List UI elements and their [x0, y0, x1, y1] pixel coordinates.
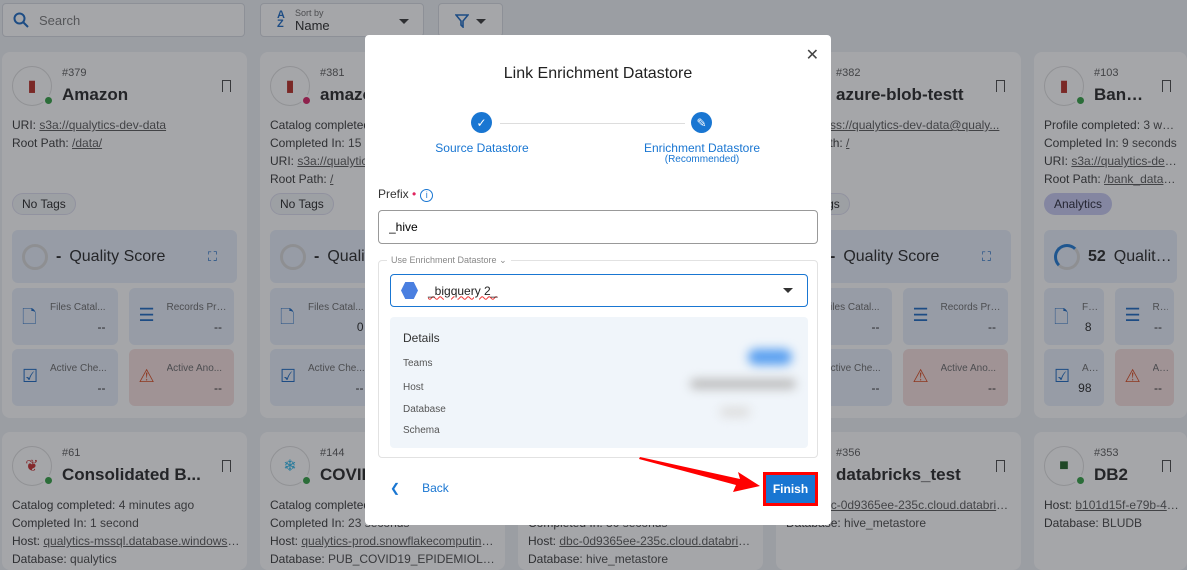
use-enrichment-label: Use Enrichment Datastore — [391, 255, 497, 265]
blurred-team-badge — [748, 349, 792, 365]
close-icon[interactable]: ✕ — [806, 45, 819, 65]
stepper-connector — [500, 123, 685, 124]
step-enrichment-datastore: Enrichment Datastore (Recommended) — [631, 141, 773, 165]
finish-button[interactable]: Finish — [763, 472, 818, 506]
dropdown-arrow-icon[interactable] — [783, 288, 793, 293]
prefix-input[interactable] — [378, 210, 818, 244]
bigquery-icon — [401, 282, 418, 299]
details-panel: Details Teams Host Database Schema — [390, 317, 808, 448]
back-label: Back — [422, 481, 449, 495]
enrichment-datastore-select[interactable]: _bigquery 2_ — [390, 274, 808, 307]
details-schema-label: Schema — [403, 425, 440, 436]
back-button[interactable]: ❮ Back — [390, 481, 449, 495]
dialog-title: Link Enrichment Datastore — [503, 65, 693, 82]
check-icon: ✓ — [471, 112, 492, 133]
details-host-label: Host — [403, 382, 424, 393]
info-icon[interactable]: i — [420, 189, 434, 202]
selected-datastore: _bigquery 2_ — [428, 283, 498, 298]
use-enrichment-toggle[interactable]: Use Enrichment Datastore ⌄ — [387, 255, 511, 266]
enrichment-datastore-section: Use Enrichment Datastore ⌄ _bigquery 2_ … — [378, 255, 818, 458]
step-label: Enrichment Datastore — [643, 141, 761, 155]
required-marker: • — [412, 187, 417, 201]
blurred-host-value — [690, 379, 796, 389]
details-database-label: Database — [403, 404, 446, 415]
pencil-icon: ✎ — [691, 112, 712, 133]
prefix-label-text: Prefix — [378, 187, 409, 201]
blurred-database-value — [720, 407, 750, 417]
chevron-down-icon: ⌄ — [499, 255, 507, 265]
prefix-label: Prefix • i — [378, 187, 434, 202]
link-enrichment-dialog: ✕ Link Enrichment Datastore ✓ ✎ Source D… — [365, 35, 831, 525]
step-sublabel: (Recommended) — [664, 154, 740, 165]
chevron-left-icon: ❮ — [390, 481, 401, 495]
details-title: Details — [403, 331, 440, 345]
step-source-datastore: Source Datastore — [435, 141, 529, 155]
details-teams-label: Teams — [403, 358, 433, 369]
